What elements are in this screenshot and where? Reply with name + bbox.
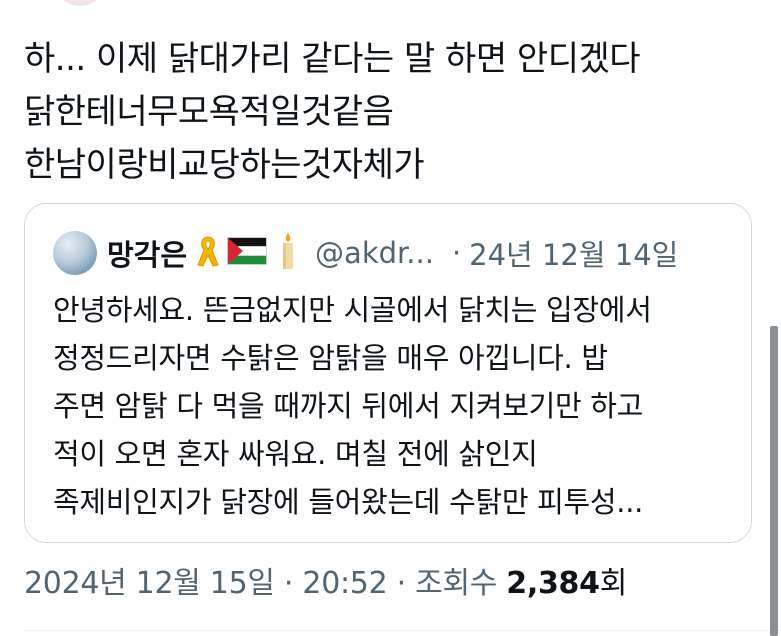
tweet-text: 하... 이제 닭대가리 같다는 말 하면 안디겠다 닭한테너무모욕적일것같음 … [24,33,764,192]
quoted-tweet-date[interactable]: 24년 12월 14일 [469,232,678,274]
quoted-line: 주면 암탉 다 먹을 때까지 뒤에서 지켜보기만 하고 [53,389,644,423]
tweet-line: 하... 이제 닭대가리 같다는 말 하면 안디겠다 [24,39,641,79]
quoted-tweet-card[interactable]: 망각은 @akdr... · 24년 12월 14일 안녕하세요. 뜬금없지만 … [24,203,752,543]
author-avatar[interactable] [60,0,100,6]
separator-dot: · [396,566,407,601]
palestine-flag-icon [227,237,268,269]
tweet-metadata: 2024년 12월 15일 · 20:52 · 조회수 2,384회 [24,558,627,602]
tweet-time[interactable]: 20:52 [302,566,387,601]
quoted-author-avatar[interactable] [53,231,97,275]
views-label: 조회수 [415,566,498,601]
tweet-date[interactable]: 2024년 12월 15일 [24,566,275,601]
separator-dot: · [283,566,294,601]
quoted-author-handle[interactable]: @akdr... [315,236,434,270]
quoted-tweet-header: 망각은 @akdr... · 24년 12월 14일 [53,231,678,275]
quoted-line: 정정드리자면 수탉은 암탉을 매우 아낍니다. 밥 [53,341,608,375]
quoted-tweet-text: 안녕하세요. 뜬금없지만 시골에서 닭치는 입장에서 정정드리자면 수탉은 암탉… [53,286,743,526]
quoted-line: 적이 오면 혼자 싸워요. 며칠 전에 삵인지 [53,437,538,471]
quoted-line: 족제비인지가 닭장에 들어왔는데 수탉만 피투성... [53,485,644,519]
views-suffix: 회 [599,566,628,601]
views-count[interactable]: 2,384 [506,566,600,601]
quoted-line: 안녕하세요. 뜬금없지만 시골에서 닭치는 입장에서 [53,293,652,327]
divider [24,630,781,631]
separator-dot: · [451,236,462,270]
quoted-author-name[interactable]: 망각은 [107,232,187,274]
tweet-line: 닭한테너무모욕적일것같음 [24,92,394,132]
scrollbar[interactable] [770,326,778,636]
candle-icon [279,232,297,274]
tweet-line: 한남이랑비교당하는것자체가 [24,145,425,185]
yellow-ribbon-icon [195,234,221,272]
